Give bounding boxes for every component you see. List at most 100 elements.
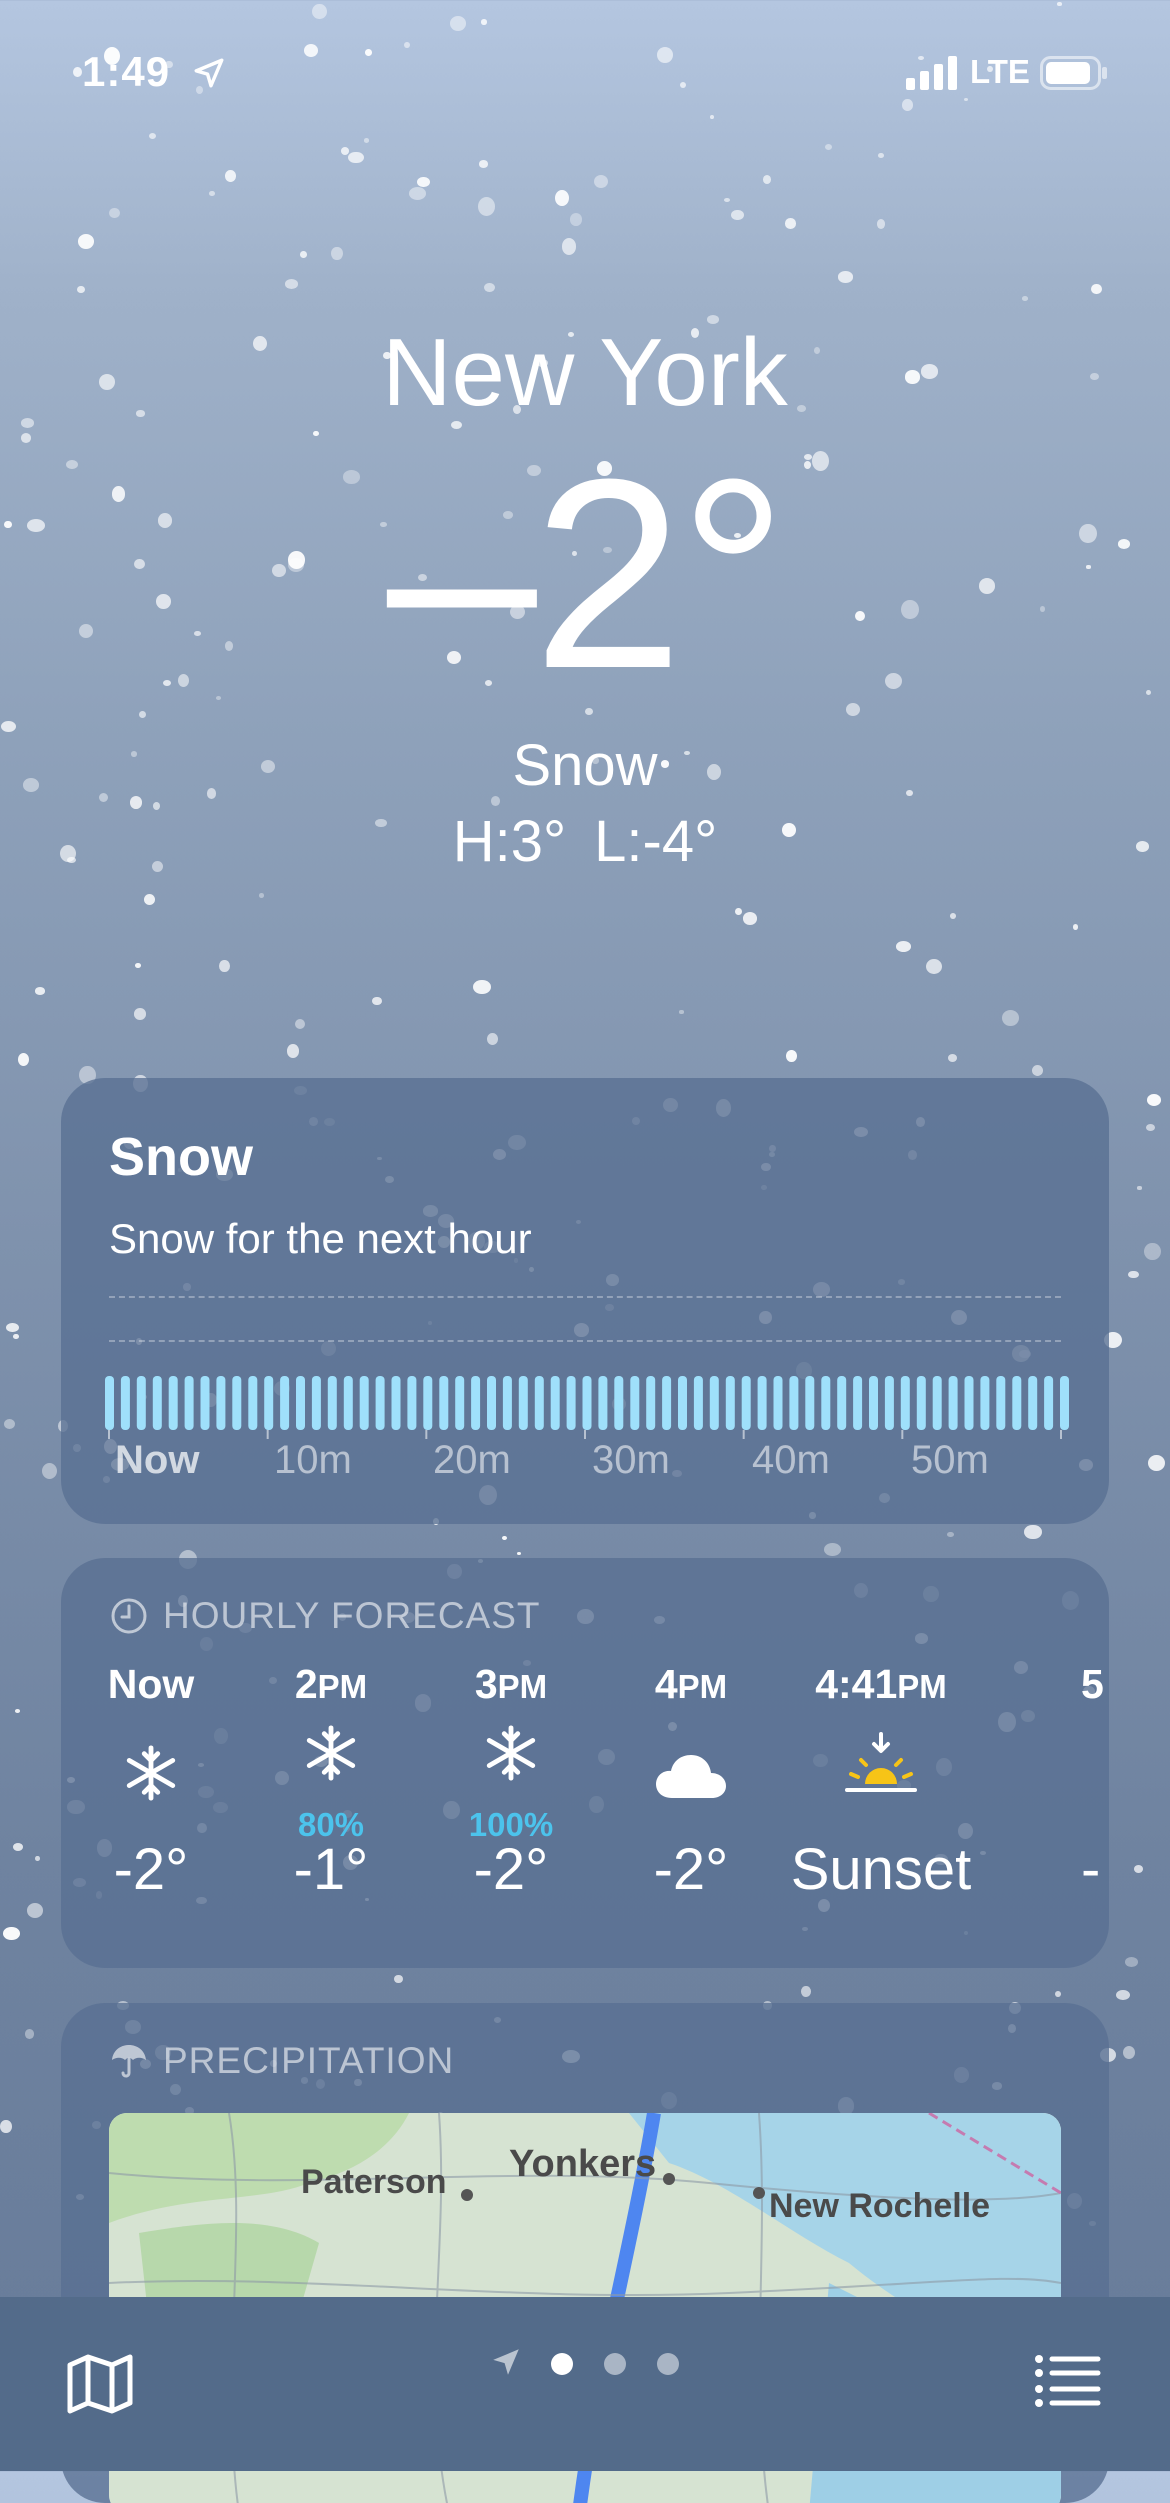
low-temp: L:-4° xyxy=(594,809,718,874)
hourly-item: Now -2° xyxy=(61,1658,241,1903)
status-time: 1:49 xyxy=(82,48,171,95)
hourly-item-sunset: 4:41PM Sunset xyxy=(781,1658,981,1903)
precip-bar xyxy=(709,1376,719,1430)
precip-bar xyxy=(280,1376,290,1430)
hour-temp: - xyxy=(1081,1837,1101,1902)
precip-header: PRECIPITATION xyxy=(109,2037,454,2085)
clock-icon xyxy=(111,1598,147,1634)
sunset-icon xyxy=(845,1732,917,1792)
hour-label: 4:41PM xyxy=(815,1661,947,1707)
hour-temp: -2° xyxy=(113,1837,189,1902)
snowflake-icon xyxy=(306,1725,356,1781)
precip-bar xyxy=(471,1376,481,1430)
precip-bar xyxy=(598,1376,608,1430)
bottom-toolbar xyxy=(0,2297,1170,2471)
precip-bar xyxy=(248,1376,258,1430)
precip-bar xyxy=(152,1376,162,1430)
network-type: LTE xyxy=(970,53,1030,90)
precip-bar xyxy=(120,1376,130,1430)
current-location-page-icon[interactable] xyxy=(489,2345,523,2379)
precip-bar xyxy=(359,1376,369,1430)
precip-bar xyxy=(518,1376,528,1430)
snowflake-icon xyxy=(126,1745,176,1801)
page-dot[interactable] xyxy=(604,2353,626,2375)
nowcast-summary: Snow for the next hour xyxy=(109,1215,532,1262)
hourly-header-label: HOURLY FORECAST xyxy=(163,1595,541,1636)
page-dot-active[interactable] xyxy=(551,2353,573,2375)
precip-bar xyxy=(678,1376,687,1430)
precip-bar xyxy=(216,1376,226,1430)
precip-bar xyxy=(311,1376,321,1430)
precip-bar xyxy=(550,1376,560,1430)
precip-bar xyxy=(232,1376,242,1430)
precip-chance: 100% xyxy=(468,1806,554,1843)
precip-bar xyxy=(105,1376,114,1430)
hourly-forecast-card[interactable]: HOURLY FORECAST Now -2° 2PM 80% -1° 3PM … xyxy=(61,1558,1109,1968)
precip-bar xyxy=(980,1376,990,1430)
nowcast-title: Snow xyxy=(109,1127,253,1187)
hourly-header: HOURLY FORECAST xyxy=(109,1592,541,1640)
precip-bar xyxy=(296,1376,305,1430)
precip-bar xyxy=(646,1376,656,1430)
precip-bar xyxy=(1060,1376,1069,1430)
map-icon[interactable] xyxy=(66,2353,134,2415)
precip-bar xyxy=(837,1376,847,1430)
precip-bar xyxy=(487,1376,496,1430)
list-icon[interactable] xyxy=(1034,2353,1102,2409)
page-dot[interactable] xyxy=(657,2353,679,2375)
precip-bar xyxy=(741,1376,751,1430)
precip-bar xyxy=(455,1376,465,1430)
precip-bar xyxy=(884,1376,894,1430)
time-label-20m: 20m xyxy=(433,1438,511,1482)
current-temperature: –2° xyxy=(386,424,787,725)
snowflake-icon xyxy=(486,1725,536,1781)
precip-chance: 80% xyxy=(297,1806,365,1843)
precip-bar xyxy=(1044,1376,1054,1430)
precip-bar xyxy=(407,1376,417,1430)
cloud-icon xyxy=(656,1755,726,1798)
high-temp: H:3° xyxy=(452,809,567,874)
hour-label: 5 xyxy=(1081,1661,1104,1707)
precip-bar xyxy=(821,1376,831,1430)
precip-bar xyxy=(853,1376,863,1430)
precip-bar xyxy=(200,1376,210,1430)
time-label-10m: 10m xyxy=(274,1438,352,1482)
chart-gridline xyxy=(109,1340,1061,1342)
hour-label: Now xyxy=(107,1661,195,1707)
hourly-item: 4PM -2° xyxy=(601,1658,781,1903)
precip-bar xyxy=(916,1376,926,1430)
hourly-item: 2PM 80% -1° xyxy=(241,1658,421,1903)
umbrella-icon xyxy=(112,2045,146,2078)
hour-temp: -2° xyxy=(653,1837,729,1902)
next-hour-precip-card[interactable]: Snow Snow for the next hour Now 10m 20m … xyxy=(61,1078,1109,1524)
precip-bar xyxy=(391,1376,401,1430)
precip-bar xyxy=(900,1376,910,1430)
precip-bar xyxy=(757,1376,767,1430)
hour-label: 3PM xyxy=(474,1661,548,1707)
precip-bar xyxy=(423,1376,433,1430)
precip-bar xyxy=(693,1376,703,1430)
precip-bar xyxy=(534,1376,544,1430)
hourly-item: 3PM 100% -2° xyxy=(421,1658,601,1903)
hour-temp: -2° xyxy=(473,1837,549,1902)
map-label-yonkers: Yonkers xyxy=(509,2143,657,2185)
precip-bar xyxy=(948,1376,958,1430)
chart-gridline xyxy=(109,1296,1061,1298)
precip-bar xyxy=(136,1376,146,1430)
battery-icon xyxy=(1040,56,1107,90)
hour-label: 2PM xyxy=(294,1661,368,1707)
map-label-new-rochelle: New Rochelle xyxy=(769,2187,991,2225)
map-label-paterson: Paterson xyxy=(301,2163,447,2201)
precip-bar xyxy=(582,1376,592,1430)
precip-bar xyxy=(327,1376,337,1430)
precip-bar xyxy=(789,1376,799,1430)
precip-bar xyxy=(168,1376,178,1430)
precip-bar xyxy=(502,1376,512,1430)
precip-bar xyxy=(566,1376,576,1430)
current-condition: Snow xyxy=(512,733,658,798)
precip-bar xyxy=(375,1376,385,1430)
precip-bar xyxy=(869,1376,878,1430)
city-name: New York xyxy=(382,319,788,426)
precip-header-label: PRECIPITATION xyxy=(163,2040,455,2081)
hour-label: 4PM xyxy=(654,1661,728,1707)
